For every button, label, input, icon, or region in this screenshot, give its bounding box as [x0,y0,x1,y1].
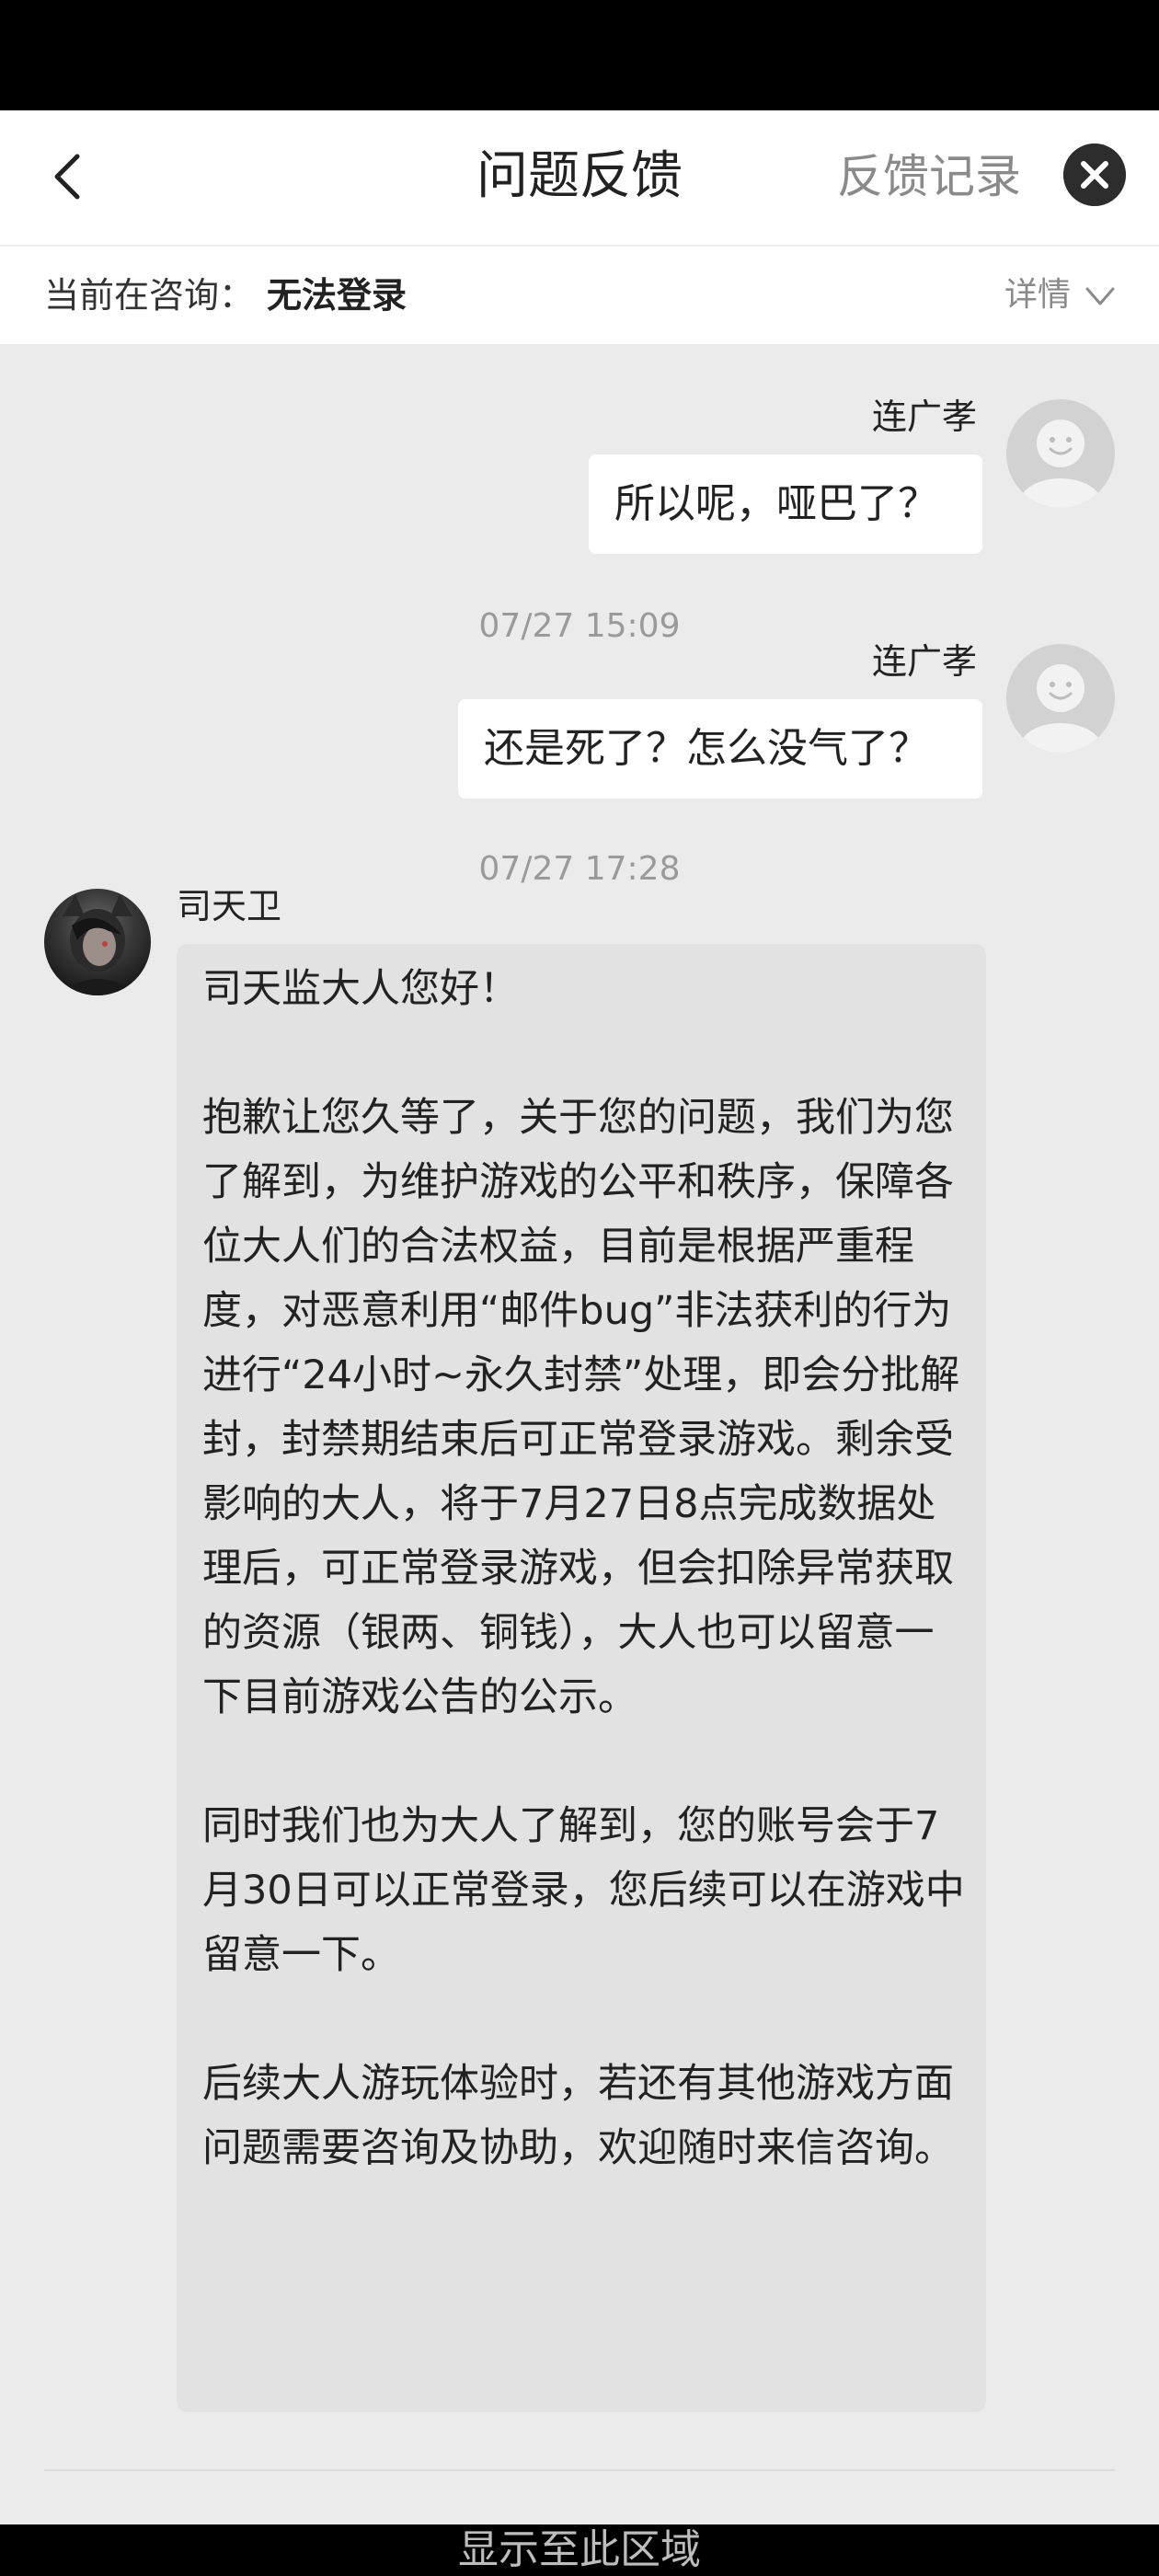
consult-topic: 无法登录 [267,275,407,316]
message-timestamp: 07/27 17:28 [478,850,681,888]
chevron-down-icon[interactable] [1082,278,1119,315]
feedback-records-link[interactable]: 反馈记录 [837,140,1021,213]
sender-name: 连广孝 [872,641,978,682]
message-paragraph: 同时我们也为大人了解到，您的账号会于7月30日可以正常登录，您后续可以在游戏中留… [202,1803,965,1978]
user-message-bubble: 所以呢，哑巴了？ [589,454,982,554]
agent-portrait-icon [57,894,138,995]
app-header: 问题反馈 反馈记录 [0,110,1159,247]
consult-prefix-label: 当前在咨询： [44,275,255,316]
divider [44,2469,1115,2471]
status-bar [0,0,1159,110]
default-avatar-icon [1020,420,1101,508]
close-icon[interactable] [1063,144,1126,206]
agent-message-text: 司天监大人您好！ 抱歉让您久等了，关于您的问题，我们为您了解到，为维护游戏的公平… [202,957,966,2180]
agent-avatar[interactable] [44,889,151,995]
message-timestamp: 07/27 15:09 [478,607,681,645]
message-paragraph: 后续大人游玩体验时，若还有其他游戏方面问题需要咨询及协助，欢迎随时来信咨询。 [202,2061,954,2171]
consult-topic-bar: 当前在咨询： 无法登录 详情 [0,247,1159,344]
user-avatar[interactable] [1006,399,1115,508]
default-avatar-icon [1020,664,1101,753]
bottom-bar-label: 显示至此区域 [458,2526,701,2573]
bottom-bar: 显示至此区域 [0,2524,1159,2576]
details-toggle[interactable]: 详情 [1004,270,1071,320]
user-avatar[interactable] [1006,644,1115,753]
message-paragraph: 抱歉让您久等了，关于您的问题，我们为您了解到，为维护游戏的公平和秩序，保障各位大… [202,1095,960,1720]
sender-name: 连广孝 [872,397,978,437]
user-message-bubble: 还是死了？怎么没气了？ [458,699,982,799]
sender-name: 司天卫 [177,886,282,926]
message-paragraph: 司天监大人您好！ [202,966,519,1012]
